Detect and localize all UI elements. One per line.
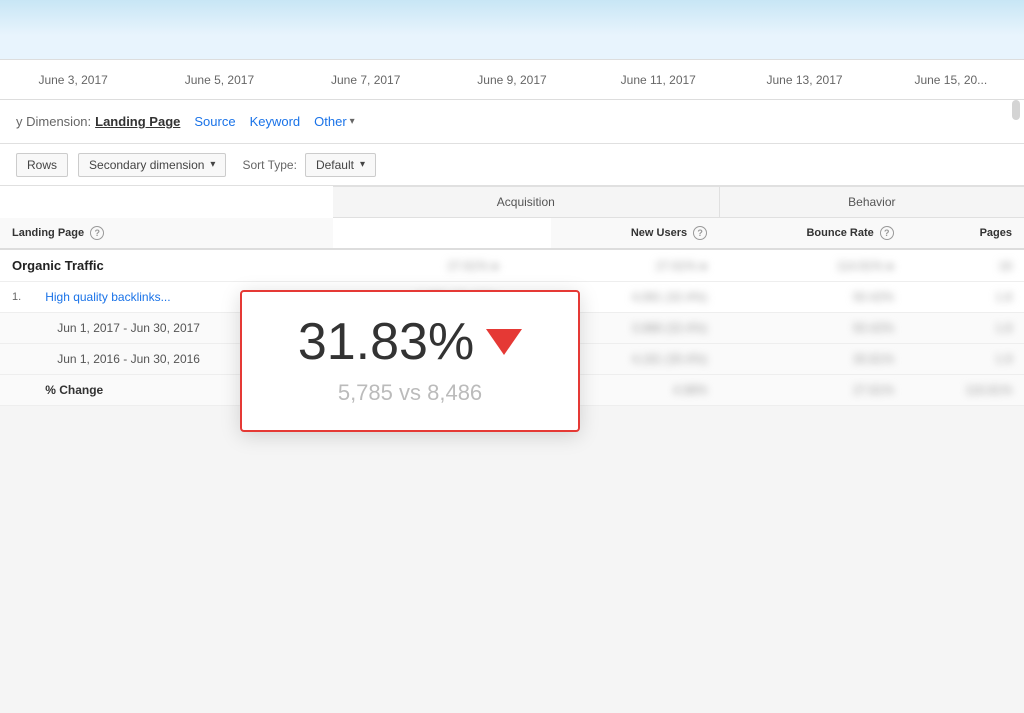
comparison-popup: 31.83% 5,785 vs 8,486 bbox=[240, 290, 580, 432]
scrollbar[interactable] bbox=[1012, 100, 1020, 120]
pct-change-label: % Change bbox=[45, 383, 103, 397]
sort-type-label: Sort Type: bbox=[242, 158, 296, 172]
tab-landing-page[interactable]: Landing Page bbox=[95, 114, 180, 129]
rows-button[interactable]: Rows bbox=[16, 153, 68, 177]
controls-row: Rows Secondary dimension ▾ Sort Type: De… bbox=[0, 144, 1024, 186]
pct-change-bounce: 27.81% bbox=[719, 375, 906, 406]
col-landing-page[interactable]: Landing Page ? bbox=[0, 218, 333, 250]
col-pages: Pages bbox=[906, 218, 1024, 250]
date-label-3: June 7, 2017 bbox=[293, 73, 439, 87]
tab-source[interactable]: Source bbox=[194, 114, 235, 129]
date2-pages: 1.9 bbox=[906, 344, 1024, 375]
date1-pages: 1.8 bbox=[906, 313, 1024, 344]
tab-keyword[interactable]: Keyword bbox=[250, 114, 301, 129]
acquisition-section-header: Acquisition bbox=[333, 187, 719, 218]
other-dropdown-arrow: ▾ bbox=[350, 116, 355, 127]
column-header-row: Landing Page ? Sessions New Users ? Boun… bbox=[0, 218, 1024, 250]
new-users-info-icon[interactable]: ? bbox=[693, 226, 707, 240]
cell-r1-bounce: 50.42% bbox=[719, 282, 906, 313]
date2-bounce: 30.81% bbox=[719, 344, 906, 375]
cell-ot-sessions: 27.61% ● bbox=[333, 249, 511, 282]
secondary-dimension-dropdown[interactable]: Secondary dimension ▾ bbox=[78, 153, 226, 177]
col-new-users[interactable]: New Users ? bbox=[551, 218, 719, 250]
organic-traffic-label: Organic Traffic bbox=[12, 258, 104, 273]
col-bounce-rate[interactable]: Bounce Rate ? bbox=[719, 218, 906, 250]
sort-type-dropdown[interactable]: Default ▾ bbox=[305, 153, 376, 177]
dimension-prefix: y Dimension: bbox=[16, 114, 91, 129]
date-label-5: June 11, 2017 bbox=[585, 73, 731, 87]
cell-ot-bounce: 114.91% ● bbox=[719, 249, 906, 282]
popup-percentage-display: 31.83% bbox=[274, 316, 546, 368]
date1-bounce: 50.42% bbox=[719, 313, 906, 344]
landing-page-info-icon[interactable]: ? bbox=[90, 226, 104, 240]
date-label-4: June 9, 2017 bbox=[439, 73, 585, 87]
row1-page-link[interactable]: High quality backlinks... bbox=[45, 290, 170, 304]
date-label-6: June 13, 2017 bbox=[731, 73, 877, 87]
down-arrow-icon bbox=[486, 329, 522, 355]
bounce-rate-info-icon[interactable]: ? bbox=[880, 226, 894, 240]
date-label-1: June 3, 2017 bbox=[0, 73, 146, 87]
chart-area bbox=[0, 0, 1024, 60]
popup-comparison-values: 5,785 vs 8,486 bbox=[274, 380, 546, 406]
organic-traffic-row: Organic Traffic 27.61% ● 27.61% ● 114.91… bbox=[0, 249, 1024, 282]
sort-arrow: ▾ bbox=[360, 159, 365, 170]
date-label-2: June 5, 2017 bbox=[146, 73, 292, 87]
date-axis: June 3, 2017 June 5, 2017 June 7, 2017 J… bbox=[0, 60, 1024, 100]
date-label-7: June 15, 20... bbox=[878, 73, 1024, 87]
dimension-row: y Dimension: Landing Page Source Keyword… bbox=[0, 100, 1024, 144]
section-header-row: Acquisition Behavior bbox=[0, 187, 1024, 218]
row-number-1: 1. bbox=[0, 282, 33, 313]
cell-ot-pages: 16 bbox=[906, 249, 1024, 282]
tab-other[interactable]: Other ▾ bbox=[314, 114, 355, 129]
cell-ot-pct bbox=[511, 249, 551, 282]
cell-r1-pages: 1.8 bbox=[906, 282, 1024, 313]
pct-change-pages: 116.81% bbox=[906, 375, 1024, 406]
cell-ot-new-users: 27.61% ● bbox=[551, 249, 719, 282]
behavior-section-header: Behavior bbox=[719, 187, 1024, 218]
secondary-dim-arrow: ▾ bbox=[210, 159, 215, 170]
